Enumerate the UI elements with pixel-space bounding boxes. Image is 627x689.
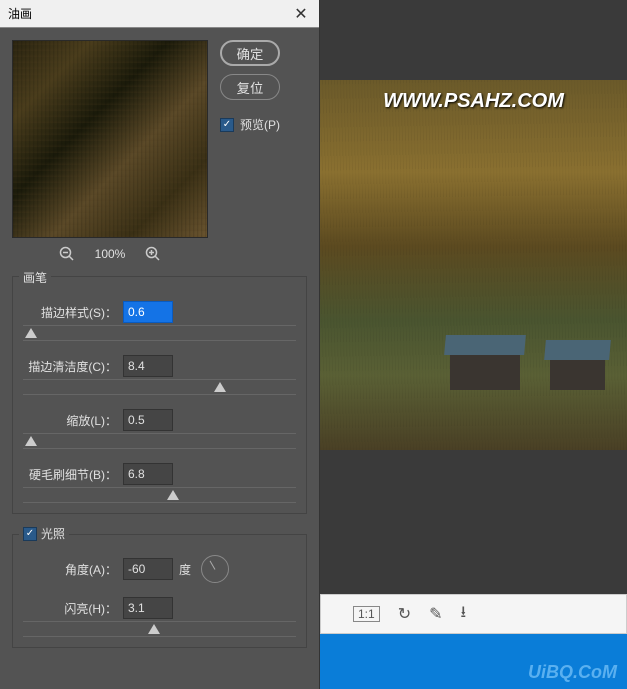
slider-thumb[interactable] [25,328,37,338]
cleanliness-slider[interactable] [23,379,296,395]
angle-input[interactable] [123,558,173,580]
zoom-level: 100% [95,247,126,261]
stylization-slider[interactable] [23,325,296,341]
oil-paint-dialog: 油画 ✕ 确定 复位 ✓ 预览(P) 100% 画笔 [0,0,320,689]
canvas-image: WWW.PSAHZ.COM [320,80,627,450]
stylization-input[interactable] [123,301,173,323]
bottom-toolbar: �⵮ 1:1 ↻ ✎ ⭳ [320,594,627,634]
watermark-text: WWW.PSAHZ.COM [383,90,564,113]
slider-thumb[interactable] [148,624,160,634]
slider-thumb[interactable] [25,436,37,446]
slider-thumb[interactable] [214,382,226,392]
logo-text: UiBQ.CoM [528,662,617,683]
bristle-input[interactable] [123,463,173,485]
bristle-slider[interactable] [23,487,296,503]
dialog-title: 油画 [8,5,291,22]
redo-icon[interactable]: ↻ [398,604,411,624]
canvas-area: WWW.PSAHZ.COM [320,0,627,689]
zoom-out-icon[interactable] [59,246,75,262]
slider-thumb[interactable] [167,490,179,500]
brush-section-label: 画笔 [19,269,51,286]
actual-pixels-icon[interactable]: 1:1 [353,606,380,622]
bristle-label: 硬毛刷细节(B)： [23,466,123,483]
house-shape [450,350,520,390]
close-icon[interactable]: ✕ [291,4,311,24]
preview-image[interactable] [12,40,208,238]
lighting-section: ✓ 光照 角度(A)： 度 闪亮(H)： [12,534,307,648]
taskbar: UiBQ.CoM [320,634,627,689]
stylization-label: 描边样式(S)： [23,304,123,321]
angle-label: 角度(A)： [23,561,123,578]
download-icon[interactable]: ⭳ [461,601,467,628]
ok-button[interactable]: 确定 [220,40,280,66]
angle-dial[interactable] [201,555,229,583]
lighting-checkbox[interactable]: ✓ [23,527,37,541]
brush-section: 画笔 描边样式(S)： 描边清洁度(C)： 缩放(L)： [12,276,307,514]
shine-slider[interactable] [23,621,296,637]
brush-icon[interactable]: ✎ [429,604,442,624]
house-shape [550,355,605,390]
scale-slider[interactable] [23,433,296,449]
lighting-section-label: 光照 [41,525,65,542]
shine-label: 闪亮(H)： [23,600,123,617]
cleanliness-label: 描边清洁度(C)： [23,358,123,375]
preview-checkbox[interactable]: ✓ [220,118,234,132]
shine-input[interactable] [123,597,173,619]
scale-input[interactable] [123,409,173,431]
angle-unit: 度 [179,561,191,578]
reset-button[interactable]: 复位 [220,74,280,100]
titlebar: 油画 ✕ [0,0,319,28]
cleanliness-input[interactable] [123,355,173,377]
preview-checkbox-label: 预览(P) [240,116,280,133]
scale-label: 缩放(L)： [23,412,123,429]
zoom-in-icon[interactable] [145,246,161,262]
